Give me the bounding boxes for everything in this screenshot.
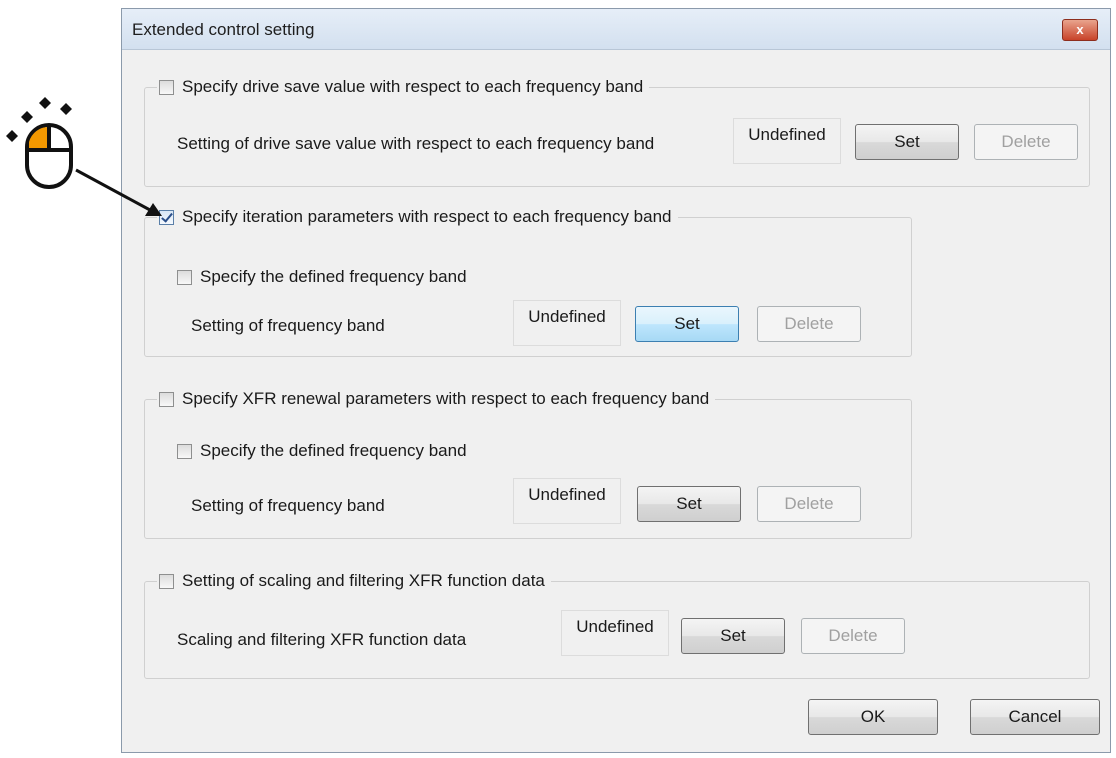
cancel-button[interactable]: Cancel bbox=[970, 699, 1100, 735]
drive-save-delete-button[interactable]: Delete bbox=[974, 124, 1078, 160]
iteration-sub-option[interactable]: Specify the defined frequency band bbox=[175, 266, 473, 288]
xfr-renewal-group: Specify XFR renewal parameters with resp… bbox=[144, 388, 912, 539]
iteration-checkbox[interactable] bbox=[159, 209, 174, 225]
xfr-renewal-value: Undefined bbox=[513, 478, 621, 524]
scaling-legend[interactable]: Setting of scaling and filtering XFR fun… bbox=[157, 570, 551, 592]
xfr-renewal-checkbox[interactable] bbox=[159, 391, 174, 407]
drive-save-group: Specify drive save value with respect to… bbox=[144, 76, 1090, 187]
title-bar: Extended control setting x bbox=[122, 9, 1110, 50]
iteration-value-text: Undefined bbox=[528, 307, 606, 326]
close-icon: x bbox=[1076, 22, 1084, 37]
drive-save-legend[interactable]: Specify drive save value with respect to… bbox=[157, 76, 650, 98]
xfr-renewal-sub-checkbox-label: Specify the defined frequency band bbox=[200, 441, 467, 460]
drive-save-value: Undefined bbox=[733, 118, 841, 164]
xfr-renewal-sub-checkbox[interactable] bbox=[177, 443, 192, 459]
xfr-renewal-legend[interactable]: Specify XFR renewal parameters with resp… bbox=[157, 388, 716, 410]
xfr-renewal-delete-button[interactable]: Delete bbox=[757, 486, 861, 522]
iteration-sub-checkbox-label: Specify the defined frequency band bbox=[200, 267, 467, 286]
xfr-renewal-set-button[interactable]: Set bbox=[637, 486, 741, 522]
iteration-sub-checkbox[interactable] bbox=[177, 269, 192, 285]
scaling-row-label: Scaling and filtering XFR function data bbox=[177, 630, 467, 649]
dialog-title: Extended control setting bbox=[132, 20, 315, 39]
extended-control-dialog: Extended control setting x Specify drive… bbox=[121, 8, 1111, 753]
scaling-checkbox-label: Setting of scaling and filtering XFR fun… bbox=[182, 571, 545, 590]
xfr-renewal-row-label: Setting of frequency band bbox=[191, 496, 385, 515]
xfr-renewal-sub-option[interactable]: Specify the defined frequency band bbox=[175, 440, 473, 462]
iteration-legend[interactable]: Specify iteration parameters with respec… bbox=[157, 206, 678, 228]
scaling-group: Setting of scaling and filtering XFR fun… bbox=[144, 570, 1090, 679]
scaling-value: Undefined bbox=[561, 610, 669, 656]
drive-save-checkbox-label: Specify drive save value with respect to… bbox=[182, 77, 644, 96]
ok-button[interactable]: OK bbox=[808, 699, 938, 735]
close-button[interactable]: x bbox=[1062, 19, 1098, 41]
drive-save-value-text: Undefined bbox=[748, 125, 826, 144]
iteration-group: Specify iteration parameters with respec… bbox=[144, 206, 912, 357]
drive-save-set-button[interactable]: Set bbox=[855, 124, 959, 160]
scaling-checkbox[interactable] bbox=[159, 573, 174, 589]
scaling-delete-button[interactable]: Delete bbox=[801, 618, 905, 654]
iteration-value: Undefined bbox=[513, 300, 621, 346]
xfr-renewal-value-text: Undefined bbox=[528, 485, 606, 504]
drive-save-row-label: Setting of drive save value with respect… bbox=[177, 134, 655, 153]
scaling-set-button[interactable]: Set bbox=[681, 618, 785, 654]
scaling-value-text: Undefined bbox=[576, 617, 654, 636]
iteration-set-button[interactable]: Set bbox=[635, 306, 739, 342]
iteration-row-label: Setting of frequency band bbox=[191, 316, 385, 335]
drive-save-checkbox[interactable] bbox=[159, 79, 174, 95]
iteration-delete-button[interactable]: Delete bbox=[757, 306, 861, 342]
iteration-checkbox-label: Specify iteration parameters with respec… bbox=[182, 207, 672, 226]
xfr-renewal-checkbox-label: Specify XFR renewal parameters with resp… bbox=[182, 389, 710, 408]
mouse-click-icon bbox=[6, 97, 73, 189]
